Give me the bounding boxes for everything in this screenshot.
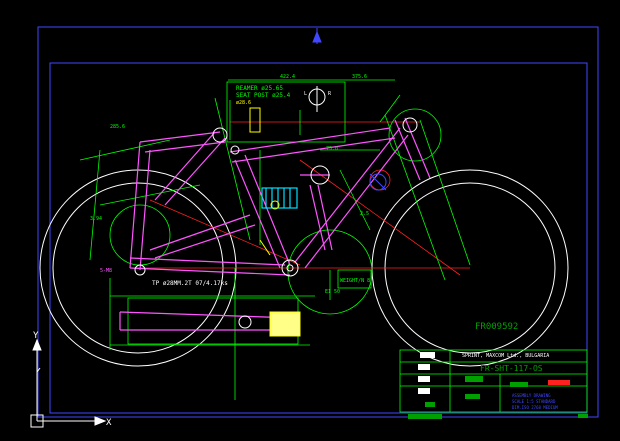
inner-border <box>49 62 588 414</box>
yellow-accents <box>249 107 280 256</box>
seat-diameter-note: ø28.6 <box>236 100 251 106</box>
ucs-y-label: Y <box>33 331 39 341</box>
rear-bolt-note: 5-M8 <box>100 268 112 274</box>
lug-right-label: R <box>328 91 332 97</box>
title-line-3: DIM.ISO 2768 MEDIUM <box>512 405 558 410</box>
title-line-2: SCALE 1:5 STANDARD <box>512 399 556 404</box>
sheet-number: FR-SHT-117-OS <box>480 364 543 373</box>
wheel-note: EI 50 <box>325 289 340 295</box>
drawing-svg: REAMER ø25.65 SEAT POST ø25.4 ø28.6 L R … <box>30 26 599 428</box>
dim-left-b: 3.94 <box>90 216 102 222</box>
ucs-axis-icon <box>30 338 107 428</box>
blue-accents <box>369 173 387 191</box>
dim-top-b: 375.6 <box>352 74 367 80</box>
dim-left-a: 285.6 <box>110 124 125 130</box>
bottom-tube-note: TP ø28MM.2T 07/4.17ks <box>152 280 228 287</box>
dim-mid-b: 2.5 <box>360 211 369 217</box>
weight-note: WEIGHT/N 8 <box>340 278 370 284</box>
title-line-1: ASSEMBLY DRAWING <box>512 393 551 398</box>
drawing-number: FR009592 <box>475 322 518 332</box>
company-name: SPRINT, MAXCOM Ltd., BULGARIA <box>462 353 549 359</box>
seat-post-note: SEAT POST ø25.4 <box>236 92 291 99</box>
reamer-note: REAMER ø25.65 <box>236 85 283 92</box>
cad-drawing: REAMER ø25.65 SEAT POST ø25.4 ø28.6 L R … <box>0 0 620 441</box>
lug-left-label: L <box>304 91 307 97</box>
dimension-lines <box>79 79 588 413</box>
ucs-x-label: X <box>106 418 112 428</box>
north-arrow-icon <box>312 28 322 44</box>
centerlines <box>130 121 470 276</box>
dim-mid-a: 75.0 <box>326 146 338 152</box>
dim-top-a: 422.4 <box>280 74 295 80</box>
frame-details <box>134 86 418 337</box>
